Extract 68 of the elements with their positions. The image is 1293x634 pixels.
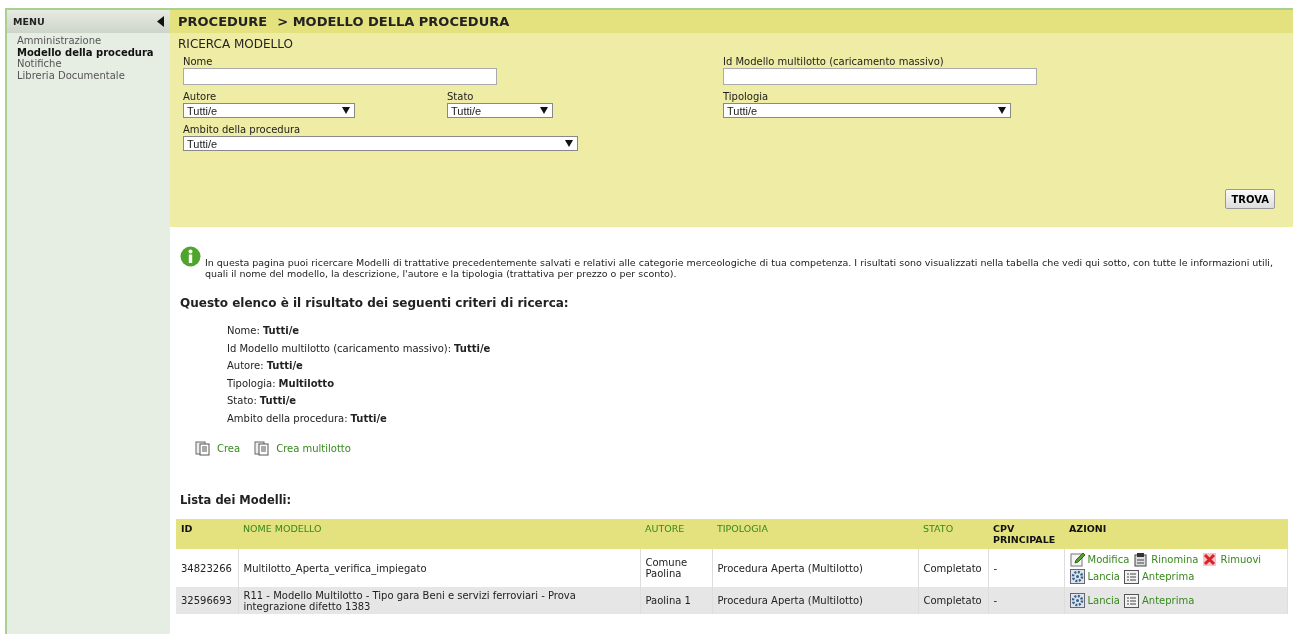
field-label: Ambito della procedura bbox=[183, 124, 302, 136]
criteria-label: Ambito della procedura: bbox=[227, 412, 348, 424]
column-header[interactable]: TIPOLOGIA bbox=[712, 519, 918, 549]
column-header[interactable]: STATO bbox=[918, 519, 988, 549]
column-header[interactable]: NOME MODELLO bbox=[238, 519, 640, 549]
field-label: Tipologia bbox=[723, 91, 770, 103]
field-label: Id Modello multilotto (caricamento massivo) bbox=[723, 56, 945, 68]
list-icon bbox=[1123, 593, 1139, 608]
column-header[interactable]: AUTORE bbox=[640, 519, 712, 549]
action-link[interactable]: Anteprima bbox=[1141, 595, 1195, 606]
dropdown-arrow-icon bbox=[540, 107, 548, 114]
table-cell: Procedura Aperta (Multilotto) bbox=[712, 587, 918, 614]
info-text: In questa pagina puoi ricercare Modelli di trattative precedentemente salvati e relativi alle categorie merceologiche di tua competenza. I risultati sono visualizzati nella tabella che vedi qui sotto, con tutte le informazioni utili, quali il nome del modello, la descrizione, l'autore e la tipologia (trattativa per prezzo o per sconto). bbox=[205, 257, 1275, 279]
criteria-value: Tutti/e bbox=[266, 360, 303, 371]
action-link[interactable]: Anteprima bbox=[1141, 571, 1195, 582]
dropdown-field[interactable]: Tutti/e bbox=[447, 103, 553, 118]
sidebar-item[interactable]: Notifiche bbox=[7, 58, 170, 70]
sidebar-item[interactable]: Modello della procedura bbox=[7, 46, 170, 58]
dropdown-arrow-icon bbox=[342, 107, 350, 114]
dropdown-arrow-icon bbox=[998, 107, 1006, 114]
table-cell: R11 - Modello Multilotto - Tipo gara Beni e servizi ferroviari - Prova integrazione difetto 1383 bbox=[238, 587, 640, 614]
dropdown-field[interactable]: Tutti/e bbox=[183, 103, 355, 118]
table-cell: 32596693 bbox=[176, 587, 238, 614]
create-link[interactable]: Crea multilotto bbox=[276, 443, 351, 454]
criteria-label: Autore: bbox=[227, 360, 264, 371]
breadcrumb-item[interactable]: PROCEDURE bbox=[178, 14, 268, 29]
menu-title: MENU bbox=[13, 16, 45, 27]
dropdown-arrow-icon bbox=[565, 140, 573, 147]
action-link[interactable]: Lancia bbox=[1087, 595, 1120, 606]
field-label: Nome bbox=[183, 56, 214, 68]
action-link[interactable]: Rimuovi bbox=[1220, 554, 1262, 565]
collapse-icon[interactable] bbox=[157, 16, 164, 27]
list-icon bbox=[1123, 569, 1139, 584]
action-link[interactable]: Modifica bbox=[1087, 554, 1130, 565]
dropdown-field[interactable]: Tutti/e bbox=[723, 103, 1011, 118]
field-label: Stato bbox=[447, 91, 475, 103]
table-title: Lista dei Modelli: bbox=[180, 493, 293, 507]
table-cell: - bbox=[988, 587, 1064, 614]
sidebar-item[interactable]: Amministrazione bbox=[7, 35, 170, 47]
sidebar-item[interactable]: Libreria Documentale bbox=[7, 69, 170, 81]
criteria-label: Id Modello multilotto (caricamento massivo): bbox=[227, 342, 452, 354]
table-cell: Paolina 1 bbox=[640, 587, 712, 614]
action-link[interactable]: Lancia bbox=[1087, 571, 1120, 582]
criteria-value: Tutti/e bbox=[259, 395, 297, 406]
criteria-value: Tutti/e bbox=[350, 412, 387, 424]
pencil-icon bbox=[1069, 552, 1085, 567]
criteria-label: Tipologia: bbox=[227, 377, 276, 389]
column-header: AZIONI bbox=[1064, 519, 1288, 549]
criteria-title: Questo elenco è il risultato dei seguenti criteri di ricerca: bbox=[180, 296, 570, 310]
dropdown-field[interactable]: Tutti/e bbox=[183, 136, 578, 151]
breadcrumb-item: > MODELLO DELLA PROCEDURA bbox=[277, 14, 510, 29]
input-field[interactable] bbox=[183, 68, 497, 85]
criteria-value: Multilotto bbox=[278, 377, 334, 389]
section-title: RICERCA MODELLO bbox=[178, 37, 293, 51]
field-label: Autore bbox=[183, 91, 218, 103]
input-field[interactable] bbox=[723, 68, 1037, 85]
create-link[interactable]: Crea bbox=[217, 443, 241, 454]
column-header: CPV PRINCIPALE bbox=[988, 519, 1064, 549]
info-icon bbox=[180, 246, 201, 267]
criteria-label: Stato: bbox=[227, 395, 257, 406]
action-link[interactable]: Rinomina bbox=[1151, 554, 1199, 565]
criteria-value: Tutti/e bbox=[454, 342, 491, 354]
table-cell: Completato bbox=[918, 587, 988, 614]
criteria-label: Nome: bbox=[227, 325, 260, 336]
remove-icon bbox=[1202, 552, 1218, 567]
column-header: ID bbox=[176, 519, 238, 549]
criteria-value: Tutti/e bbox=[262, 325, 300, 336]
search-button[interactable]: TROVA bbox=[1225, 189, 1275, 209]
